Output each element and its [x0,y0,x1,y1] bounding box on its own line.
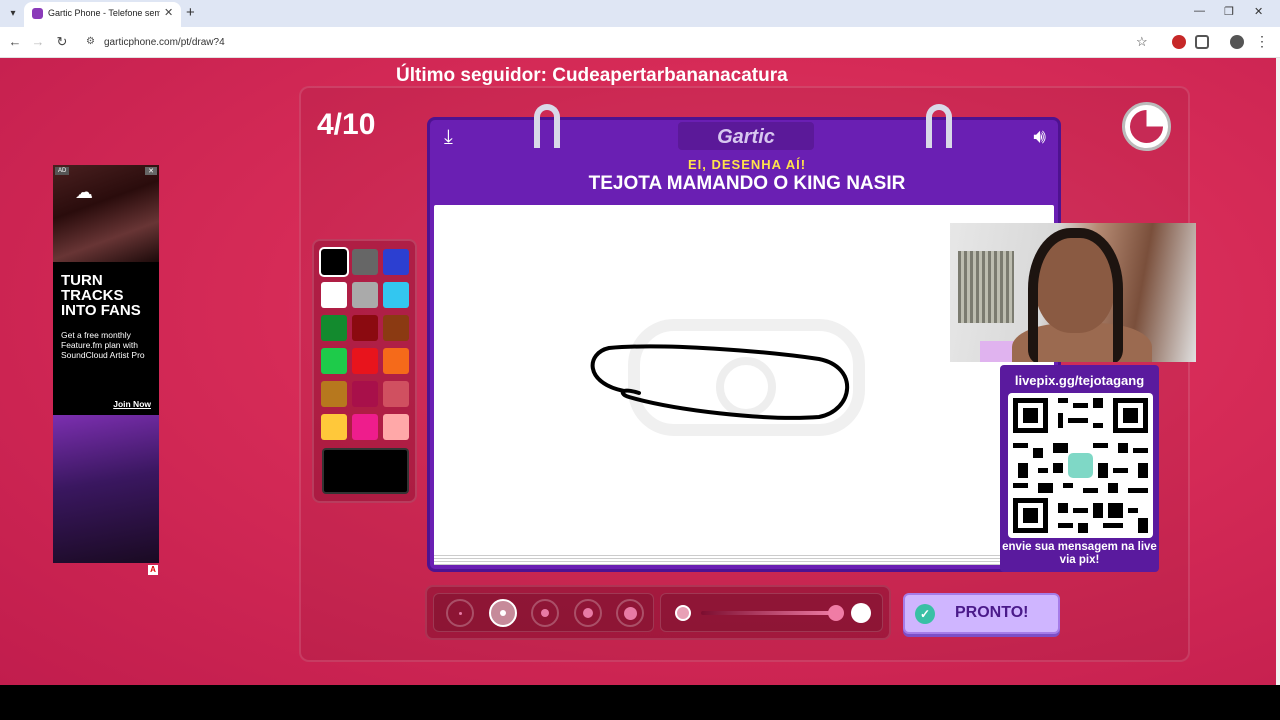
color-swatch[interactable] [352,348,378,374]
prompt-text: TEJOTA MAMANDO O KING NASIR [588,173,906,194]
new-tab-button[interactable]: + [186,4,195,22]
ad-dj-photo: ☁ [53,165,159,262]
tab-gartic-phone[interactable]: Gartic Phone - Telefone sem fio ✕ [24,2,181,27]
streamer-webcam [950,223,1196,362]
color-swatch[interactable] [352,315,378,341]
close-window-button[interactable]: ✕ [1254,5,1263,18]
color-swatch[interactable] [383,414,409,440]
bookmark-star-icon[interactable]: ☆ [1136,34,1148,50]
forward-arrow-icon[interactable]: → [30,34,46,49]
livepix-qr-code [1008,393,1153,538]
brush-size-button[interactable] [573,599,602,627]
adchoices-icon[interactable]: A [148,565,158,575]
ad-dj-photo-2 [53,415,159,563]
current-color-preview [322,448,409,494]
color-swatch[interactable] [321,315,347,341]
binder-ring-right [926,104,952,148]
extension-icon[interactable] [1172,35,1186,49]
site-settings-icon[interactable]: ⚙ [86,36,95,47]
check-icon: ✓ [915,604,935,624]
brush-size-group [433,593,654,632]
livepix-panel: livepix.gg/tejotagang envie sua mensagem… [1000,365,1159,572]
prompt-label: EI, DESENHA AÍ! [687,157,807,172]
canvas-page-edge [434,553,1054,565]
color-swatch[interactable] [321,282,347,308]
color-swatch[interactable] [352,282,378,308]
ad-body: Get a free monthly Feature.fm plan with … [61,330,145,360]
color-palette [312,239,417,503]
color-swatch[interactable] [352,414,378,440]
opacity-slider-group [660,593,883,632]
color-swatch[interactable] [321,414,347,440]
ad-badge: AD [55,167,70,175]
color-swatch[interactable] [383,348,409,374]
tab-close-icon[interactable]: ✕ [164,6,173,19]
brush-size-button[interactable] [446,599,474,627]
color-swatch[interactable] [321,381,347,407]
livepix-subtitle: envie sua mensagem na live via pix! [1002,541,1157,566]
tab-title: Gartic Phone - Telefone sem fio [48,8,160,18]
color-swatch[interactable] [352,249,378,275]
opacity-slider-track[interactable] [701,611,836,615]
address-bar: ← → ↻ ⚙ garticphone.com/pt/draw?4 ☆ ⋮ [0,27,1280,58]
color-swatch[interactable] [352,381,378,407]
brush-size-button[interactable] [488,599,517,627]
browser-menu-icon[interactable]: ⋮ [1255,33,1269,50]
color-swatch[interactable] [321,348,347,374]
url-field[interactable]: ⚙ garticphone.com/pt/draw?4 [80,31,1160,54]
livepix-url: livepix.gg/tejotagang [1014,373,1145,388]
drawing-toolbar [425,585,891,640]
ad-close-icon[interactable]: ✕ [145,167,157,175]
color-swatch[interactable] [383,249,409,275]
page-scrollbar[interactable] [1276,58,1280,685]
binder-ring-left [534,104,560,148]
color-swatch[interactable] [383,381,409,407]
profile-avatar-icon[interactable] [1230,35,1244,49]
extensions-puzzle-icon[interactable] [1195,35,1209,49]
speaker-icon[interactable]: 🔊︎ [1033,126,1046,149]
timer-icon [1122,102,1171,151]
color-swatch[interactable] [383,282,409,308]
brush-size-button[interactable] [531,599,559,627]
reload-icon[interactable]: ↻ [54,34,70,50]
done-button[interactable]: ✓ PRONTO! [903,593,1060,634]
opacity-min-icon [675,605,691,621]
done-button-label: PRONTO! [955,604,1029,621]
restore-button[interactable]: ❐ [1224,5,1234,18]
page-viewport: Último seguidor: Cudeapertarbananacatura… [0,58,1276,685]
tab-list-chevron-icon[interactable]: ▾ [4,4,22,22]
letterbox-bottom [0,685,1280,720]
minimize-button[interactable]: — [1194,5,1205,17]
back-arrow-icon[interactable]: ← [7,34,23,49]
url-text: garticphone.com/pt/draw?4 [104,37,225,48]
ad-headline: TURN TRACKS INTO FANS [61,272,141,319]
round-counter: 4/10 [317,108,376,141]
side-panel-tabs [1158,376,1176,496]
gartic-logo: Gartic [678,122,814,150]
color-swatch[interactable] [383,315,409,341]
color-swatch[interactable] [319,247,349,277]
soundcloud-ad[interactable]: ☁ AD ✕ TURN TRACKS INTO FANS Get a free … [53,165,159,563]
ad-join-now-link[interactable]: Join Now [113,399,151,409]
soundcloud-logo-icon: ☁ [75,182,93,202]
opacity-slider-knob[interactable] [828,605,844,621]
last-follower-banner: Último seguidor: Cudeapertarbananacatura [396,65,788,86]
tab-bar: ▾ Gartic Phone - Telefone sem fio ✕ + — … [0,0,1280,27]
brush-size-button[interactable] [616,599,644,627]
gartic-favicon-icon [32,8,43,19]
download-icon[interactable]: ⤓ [444,126,453,149]
opacity-max-icon [851,603,871,623]
gartic-logo-text: Gartic [717,126,775,148]
